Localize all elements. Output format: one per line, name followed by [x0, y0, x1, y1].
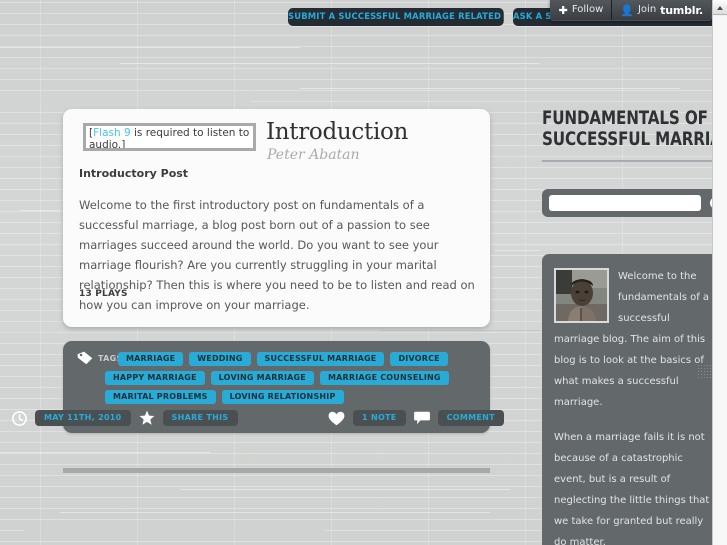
- blog-title[interactable]: FUNDAMENTALS OF A SUCCESSFUL MARRIAGE: [542, 107, 712, 150]
- tag-row: MARRIAGE WEDDING SUCCESSFUL MARRIAGE DIVORC…: [118, 352, 448, 366]
- grip-dot: [701, 377, 702, 378]
- avatar: [554, 268, 609, 323]
- resize-grip-icon[interactable]: [698, 365, 711, 379]
- vertical-scrollbar[interactable]: [712, 0, 727, 545]
- page-background: SUBMIT A SUCCESSFUL MARRIAGE RELATED ART…: [0, 0, 712, 545]
- tag-pill[interactable]: MARRIAGE: [118, 352, 184, 366]
- bg-texture-line: [495, 250, 540, 251]
- grip-dot: [707, 377, 708, 378]
- bg-texture-line: [120, 63, 540, 64]
- post-title[interactable]: Introduction: [266, 119, 408, 145]
- plus-icon: ✚: [558, 3, 568, 17]
- bg-texture-line: [380, 330, 540, 331]
- blog-title-line-1: FUNDAMENTALS OF A: [542, 107, 712, 129]
- grip-dot: [707, 371, 708, 372]
- title-divider: [542, 160, 712, 162]
- grip-dot: [710, 365, 711, 366]
- sidebar: FUNDAMENTALS OF A SUCCESSFUL MARRIAGE: [537, 0, 712, 545]
- note-count[interactable]: 1 NOTE: [353, 410, 406, 426]
- grip-dot: [698, 374, 699, 375]
- grip-dot: [710, 371, 711, 372]
- scrollbar-up-button[interactable]: [713, 0, 727, 15]
- search-input[interactable]: [549, 195, 701, 211]
- grip-dot: [710, 368, 711, 369]
- bg-texture-line: [0, 47, 300, 48]
- grip-dot: [698, 368, 699, 369]
- tag-row: MARITAL PROBLEMS LOVING RELATIONSHIP: [105, 390, 344, 404]
- play-count: 13 PLAYS: [79, 289, 128, 299]
- flash-download-link[interactable]: Flash 9: [93, 127, 131, 139]
- tag-pill[interactable]: WEDDING: [189, 352, 251, 366]
- tag-pill[interactable]: LOVING RELATIONSHIP: [221, 390, 344, 404]
- follow-button[interactable]: ✚ Follow: [550, 0, 613, 20]
- heart-icon[interactable]: [328, 411, 345, 426]
- join-label: Join: [637, 4, 657, 15]
- post-date[interactable]: MAY 11TH, 2010: [35, 410, 131, 426]
- tag-pill[interactable]: MARITAL PROBLEMS: [105, 390, 216, 404]
- star-icon[interactable]: [139, 410, 155, 426]
- join-tumblr-button[interactable]: 👤 Join tumblr.: [612, 0, 711, 20]
- grip-dot: [701, 371, 702, 372]
- post-meta-right-group: 1 NOTE COMMENT: [328, 410, 504, 426]
- post-author: Peter Abatan: [267, 147, 360, 163]
- about-paragraph-2: When a marriage fails it is not because …: [554, 432, 710, 545]
- tag-pill[interactable]: MARRIAGE COUNSELING: [319, 371, 449, 385]
- person-icon: 👤: [620, 3, 634, 17]
- grip-dot: [707, 365, 708, 366]
- comment-button[interactable]: COMMENT: [437, 410, 504, 426]
- bg-texture-line: [60, 512, 490, 513]
- avatar-photo: [556, 270, 607, 321]
- clock-icon: [12, 410, 27, 426]
- submit-article-button[interactable]: SUBMIT A SUCCESSFUL MARRIAGE RELATED ART…: [288, 8, 504, 26]
- tag-icon: [77, 351, 93, 365]
- scrollbar-track[interactable]: [713, 16, 727, 545]
- tag-pill[interactable]: SUCCESSFUL MARRIAGE: [256, 352, 385, 366]
- tag-pill[interactable]: DIVORCE: [390, 352, 448, 366]
- search-box: [542, 189, 712, 217]
- grip-dot: [710, 374, 711, 375]
- grip-dot: [698, 365, 699, 366]
- blog-title-line-2: SUCCESSFUL MARRIAGE: [542, 128, 712, 150]
- grip-dot: [704, 365, 705, 366]
- tag-pill[interactable]: HAPPY MARRIAGE: [105, 371, 205, 385]
- post-card: [Flash 9 is required to listen to audio.…: [63, 109, 490, 327]
- about-panel: Welcome to the fundamentals of a success…: [542, 254, 712, 545]
- bg-texture-line: [180, 489, 510, 490]
- bg-texture-line: [0, 452, 210, 453]
- tumblr-toolbar: ✚ Follow 👤 Join tumblr.: [549, 0, 712, 21]
- grip-dot: [698, 377, 699, 378]
- post-meta-left-group: MAY 11TH, 2010 SHARE THIS: [12, 410, 238, 426]
- grip-dot: [704, 371, 705, 372]
- grip-dot: [701, 374, 702, 375]
- tumblr-brand-label: tumblr.: [660, 3, 703, 17]
- content-divider: [63, 468, 490, 473]
- tag-pill[interactable]: LOVING MARRIAGE: [210, 371, 314, 385]
- grip-dot: [704, 374, 705, 375]
- post-body-text: Welcome to the first introductory post o…: [79, 198, 475, 312]
- grip-dot: [701, 368, 702, 369]
- bg-texture-line: [20, 210, 60, 211]
- grip-dot: [704, 377, 705, 378]
- bg-texture-line: [25, 530, 325, 531]
- tag-row: HAPPY MARRIAGE LOVING MARRIAGE MARRIAGE CO…: [105, 371, 449, 385]
- post-subheading: Introductory Post: [79, 167, 189, 180]
- share-this-button[interactable]: SHARE THIS: [162, 410, 238, 426]
- bg-texture-line: [0, 101, 250, 102]
- follow-label: Follow: [571, 4, 604, 15]
- grip-dot: [701, 365, 702, 366]
- speech-bubble-icon[interactable]: [413, 411, 430, 425]
- grip-dot: [698, 371, 699, 372]
- flash-required-notice: [Flash 9 is required to listen to audio.…: [83, 123, 256, 151]
- grip-dot: [710, 377, 711, 378]
- grip-dot: [707, 368, 708, 369]
- grip-dot: [707, 374, 708, 375]
- chevron-up-icon: [717, 6, 723, 10]
- grip-dot: [704, 368, 705, 369]
